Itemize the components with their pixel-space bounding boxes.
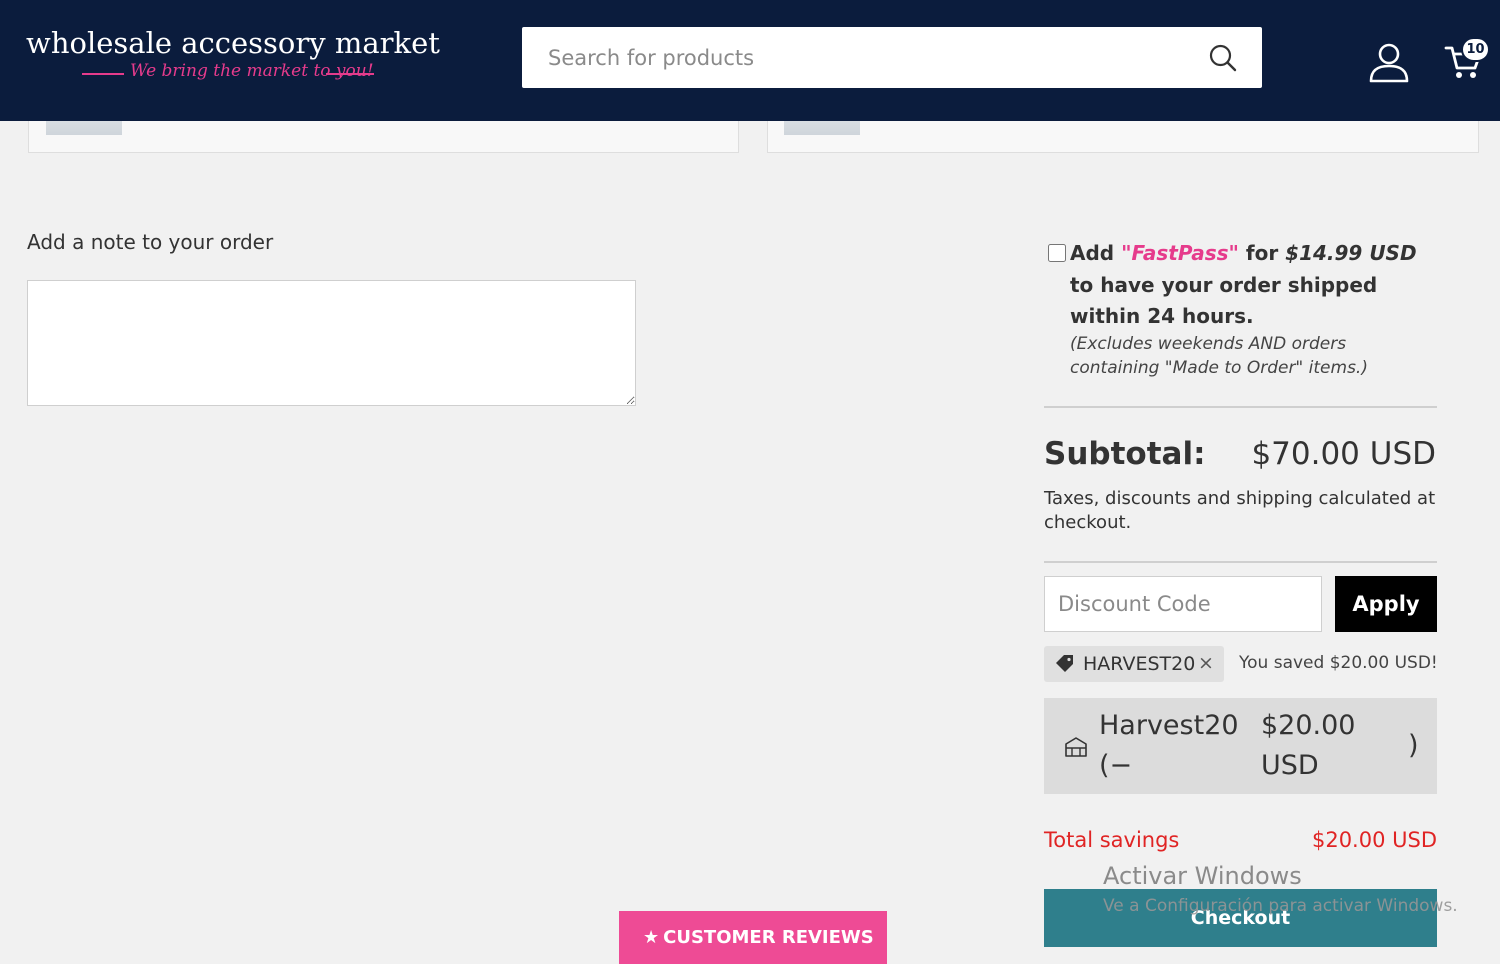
summary-divider (1044, 406, 1437, 408)
fastpass-prefix: Add (1070, 241, 1122, 265)
fastpass-mid: for (1238, 241, 1286, 265)
subtotal-label: Subtotal: (1044, 436, 1206, 472)
logo-divider-left (82, 73, 124, 75)
order-note-label: Add a note to your order (27, 230, 274, 254)
discount-line-amount: $20.00 USD (1261, 710, 1356, 781)
star-icon: ★ (643, 926, 660, 948)
discount-line-item: Harvest20 (− $20.00 USD ) (1044, 698, 1437, 794)
ticket-icon (1065, 737, 1087, 757)
site-header: wholesale accessory market We bring the … (0, 0, 1500, 121)
customer-reviews-button[interactable]: ★ CUSTOMER REVIEWS (619, 911, 887, 964)
windows-activation-title: Activar Windows (1103, 862, 1302, 890)
apply-discount-button[interactable]: Apply (1335, 576, 1437, 632)
search-icon[interactable] (1208, 43, 1238, 73)
subtotal-value: $70.00 USD (1251, 436, 1436, 472)
applied-code-label: HARVEST20 (1083, 653, 1196, 675)
total-savings-label: Total savings (1044, 828, 1180, 852)
fastpass-note: (Excludes weekends AND orders containing… (1070, 334, 1368, 378)
remove-discount-button[interactable]: × (1198, 652, 1214, 674)
fastpass-suffix: to have your order shipped within 24 hou… (1070, 272, 1378, 329)
windows-activation-subtitle: Ve a Configuración para activar Windows. (1103, 896, 1458, 916)
logo-divider-right (326, 73, 374, 75)
fastpass-label[interactable]: Add "FastPass" for $14.99 USD to have yo… (1070, 238, 1440, 333)
search-bar (522, 27, 1262, 88)
account-icon[interactable] (1368, 42, 1410, 84)
fastpass-price: $14.99 USD (1285, 241, 1417, 265)
fastpass-name: "FastPass" (1121, 241, 1239, 265)
discount-line-name: Harvest20 (− (1099, 710, 1239, 781)
saved-amount-text: You saved $20.00 USD! (1239, 653, 1438, 673)
discount-code-input[interactable] (1044, 576, 1322, 632)
search-input[interactable] (548, 27, 1188, 88)
total-savings-value: $20.00 USD (1311, 828, 1437, 852)
site-logo[interactable]: wholesale accessory market We bring the … (26, 26, 440, 96)
tax-note: Taxes, discounts and shipping calculated… (1044, 488, 1436, 533)
tag-icon (1056, 655, 1073, 672)
applied-discount-chip: HARVEST20 × (1044, 646, 1224, 682)
order-note-textarea[interactable] (27, 280, 636, 406)
cart-count-badge: 10 (1461, 37, 1490, 62)
fastpass-checkbox[interactable] (1048, 244, 1066, 262)
customer-reviews-label: CUSTOMER REVIEWS (663, 926, 874, 948)
discount-line-close: ) (1408, 730, 1419, 761)
logo-wordmark: wholesale accessory market (26, 26, 440, 60)
logo-tagline: We bring the market to you! (130, 61, 374, 81)
summary-divider (1044, 561, 1437, 563)
